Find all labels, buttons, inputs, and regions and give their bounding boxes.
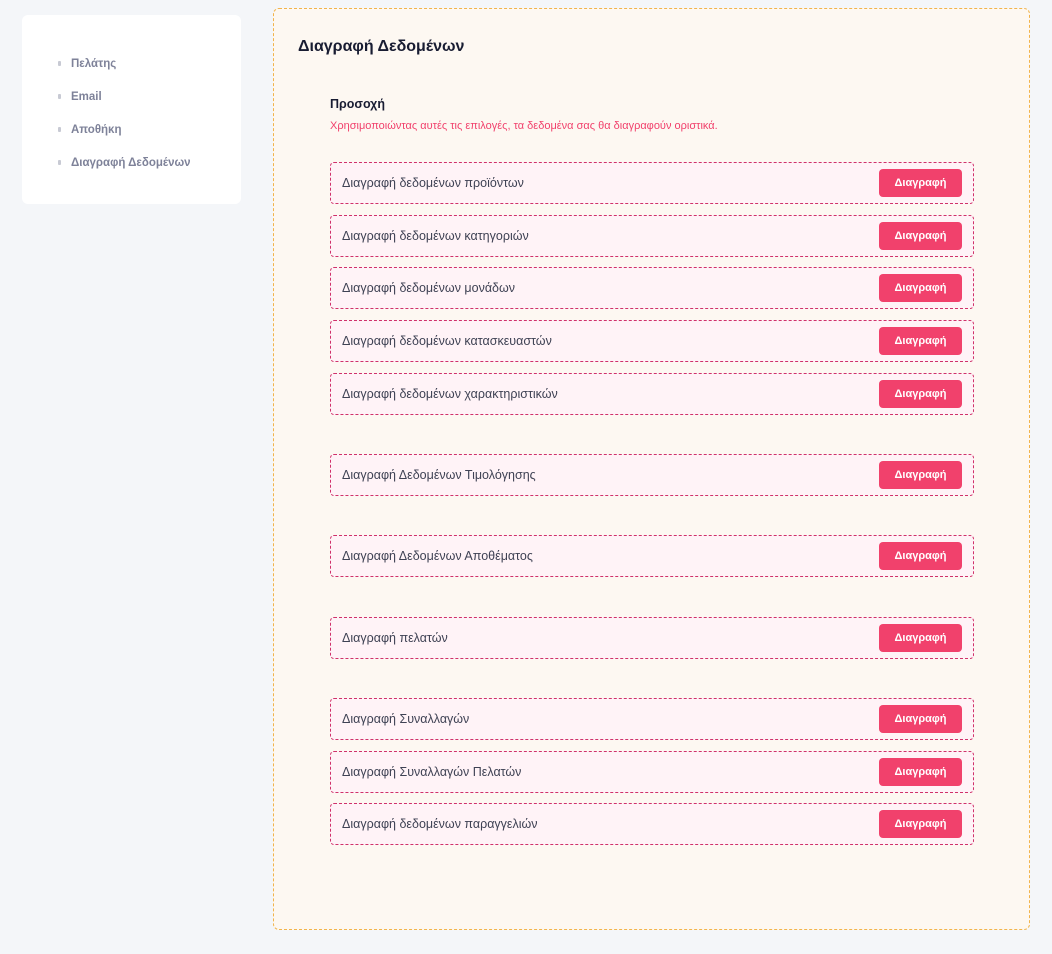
bullet-icon <box>58 94 61 99</box>
sidebar-nav: Πελάτης Email Αποθήκη Διαγραφή Δεδομένων <box>22 15 241 204</box>
delete-customer-transactions-button[interactable]: Διαγραφή <box>879 758 962 786</box>
delete-row-transactions: Διαγραφή Συναλλαγών Διαγραφή <box>330 698 974 740</box>
delete-invoicing-button[interactable]: Διαγραφή <box>879 461 962 489</box>
warning-title: Προσοχή <box>330 97 385 111</box>
delete-row-products: Διαγραφή δεδομένων προϊόντων Διαγραφή <box>330 162 974 204</box>
delete-manufacturers-button[interactable]: Διαγραφή <box>879 327 962 355</box>
delete-row-customers: Διαγραφή πελατών Διαγραφή <box>330 617 974 659</box>
delete-row-stock: Διαγραφή Δεδομένων Αποθέματος Διαγραφή <box>330 535 974 577</box>
row-label: Διαγραφή δεδομένων κατηγοριών <box>342 229 529 243</box>
sidebar-item-customer[interactable]: Πελάτης <box>22 47 241 80</box>
sidebar-item-warehouse[interactable]: Αποθήκη <box>22 113 241 146</box>
sidebar-item-label: Αποθήκη <box>71 123 122 136</box>
delete-attributes-button[interactable]: Διαγραφή <box>879 380 962 408</box>
page-title: Διαγραφή Δεδομένων <box>298 38 465 55</box>
warning-text: Χρησιμοποιώντας αυτές τις επιλογές, τα δ… <box>330 120 718 132</box>
row-label: Διαγραφή δεδομένων χαρακτηριστικών <box>342 387 558 401</box>
delete-row-categories: Διαγραφή δεδομένων κατηγοριών Διαγραφή <box>330 215 974 257</box>
row-label: Διαγραφή δεδομένων κατασκευαστών <box>342 334 552 348</box>
sidebar-item-label: Email <box>71 90 102 103</box>
sidebar-item-label: Διαγραφή Δεδομένων <box>71 156 191 169</box>
row-label: Διαγραφή Δεδομένων Τιμολόγησης <box>342 468 536 482</box>
sidebar-item-email[interactable]: Email <box>22 80 241 113</box>
bullet-icon <box>58 61 61 66</box>
bullet-icon <box>58 127 61 132</box>
row-label: Διαγραφή Δεδομένων Αποθέματος <box>342 549 533 563</box>
delete-products-button[interactable]: Διαγραφή <box>879 169 962 197</box>
delete-data-panel: Διαγραφή Δεδομένων Προσοχή Χρησιμοποιώντ… <box>273 8 1030 930</box>
delete-units-button[interactable]: Διαγραφή <box>879 274 962 302</box>
delete-categories-button[interactable]: Διαγραφή <box>879 222 962 250</box>
row-label: Διαγραφή δεδομένων παραγγελιών <box>342 817 538 831</box>
delete-transactions-button[interactable]: Διαγραφή <box>879 705 962 733</box>
delete-row-manufacturers: Διαγραφή δεδομένων κατασκευαστών Διαγραφ… <box>330 320 974 362</box>
row-label: Διαγραφή Συναλλαγών Πελατών <box>342 765 522 779</box>
delete-customers-button[interactable]: Διαγραφή <box>879 624 962 652</box>
delete-stock-button[interactable]: Διαγραφή <box>879 542 962 570</box>
delete-row-invoicing: Διαγραφή Δεδομένων Τιμολόγησης Διαγραφή <box>330 454 974 496</box>
row-label: Διαγραφή δεδομένων μονάδων <box>342 281 516 295</box>
delete-row-orders: Διαγραφή δεδομένων παραγγελιών Διαγραφή <box>330 803 974 845</box>
sidebar-item-label: Πελάτης <box>71 57 117 70</box>
row-label: Διαγραφή Συναλλαγών <box>342 712 470 726</box>
delete-row-customer-transactions: Διαγραφή Συναλλαγών Πελατών Διαγραφή <box>330 751 974 793</box>
row-label: Διαγραφή δεδομένων προϊόντων <box>342 176 524 190</box>
delete-row-units: Διαγραφή δεδομένων μονάδων Διαγραφή <box>330 267 974 309</box>
delete-row-attributes: Διαγραφή δεδομένων χαρακτηριστικών Διαγρ… <box>330 373 974 415</box>
delete-orders-button[interactable]: Διαγραφή <box>879 810 962 838</box>
sidebar-item-delete-data[interactable]: Διαγραφή Δεδομένων <box>22 146 241 179</box>
row-label: Διαγραφή πελατών <box>342 631 448 645</box>
bullet-icon <box>58 160 61 165</box>
